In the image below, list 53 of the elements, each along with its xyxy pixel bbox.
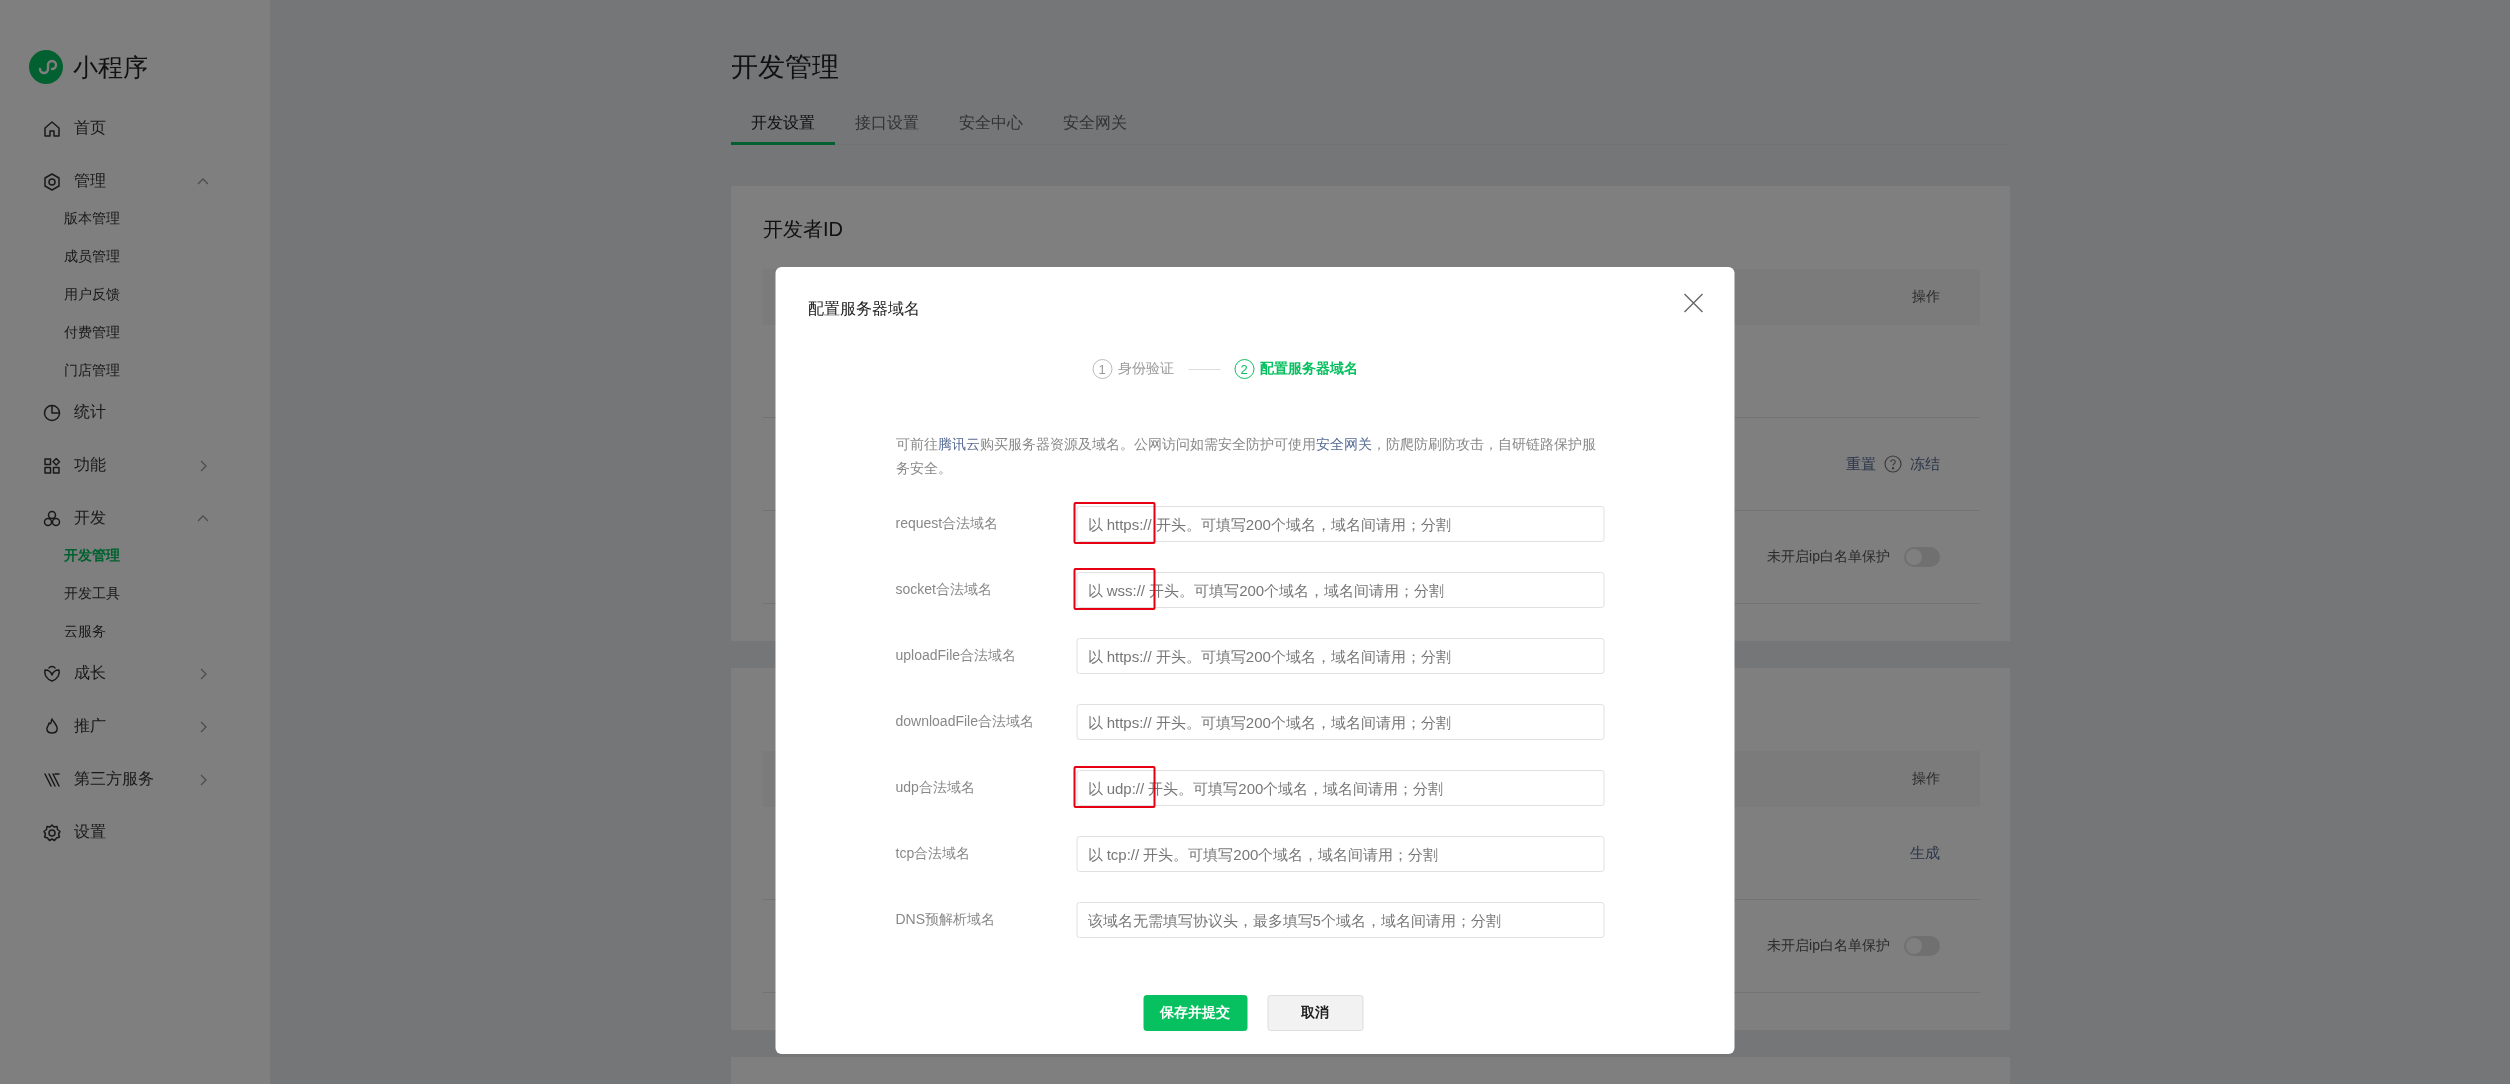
field-label: uploadFile合法域名 — [895, 647, 1018, 665]
brand-name: 小程序 — [73, 51, 148, 83]
tab[interactable]: 开发设置 — [731, 103, 835, 145]
domain-input-field[interactable]: 以 https:// 开头。可填写200个域名，域名间请用；分割 — [1076, 704, 1605, 740]
action-link[interactable]: 冻结 — [1910, 454, 1940, 474]
cancel-button[interactable]: 取消 — [1267, 995, 1363, 1031]
action-link[interactable]: 重置 — [1846, 454, 1876, 474]
column-header: 操作 — [1912, 770, 1940, 788]
card-title: 开发者ID — [763, 218, 843, 240]
field-label: socket合法域名 — [895, 581, 993, 599]
help-icon[interactable] — [1884, 455, 1902, 473]
sidebar-item[interactable]: 第三方服务 — [0, 753, 270, 806]
logo-icon — [29, 50, 63, 84]
sidebar-subitem[interactable]: 付费管理 — [0, 314, 270, 352]
toggle-label: 未开启ip白名单保护 — [1767, 548, 1890, 566]
toggle-label: 未开启ip白名单保护 — [1767, 937, 1890, 955]
tab[interactable]: 安全中心 — [939, 103, 1043, 145]
tab[interactable]: 安全网关 — [1043, 103, 1147, 145]
sidebar-subitem[interactable]: 用户反馈 — [0, 276, 270, 314]
leaf-icon — [42, 663, 62, 684]
field-label: DNS预解析域名 — [895, 911, 997, 929]
sidebar-subitem[interactable]: 开发工具 — [0, 575, 270, 613]
sidebar-item[interactable]: 推广 — [0, 700, 270, 753]
grid-icon — [42, 455, 62, 476]
settings-icon — [42, 822, 62, 843]
submit-button[interactable]: 保存并提交 — [1143, 995, 1247, 1031]
description-text: 可前往腾讯云购买服务器资源及域名。公网访问如需安全防护可使用安全网关，防爬防刷防攻击，自研链路保护服务安全。 — [895, 435, 1597, 478]
action-link[interactable]: 生成 — [1910, 843, 1940, 863]
link[interactable]: 腾讯云 — [937, 436, 980, 452]
clover-icon — [42, 508, 62, 529]
dialog-title: 配置服务器域名 — [807, 299, 920, 319]
sidebar-item[interactable]: 设置 — [0, 806, 270, 859]
domain-input-field[interactable]: 以 tcp:// 开头。可填写200个域名，域名间请用；分割 — [1076, 836, 1605, 872]
link[interactable]: 安全网关 — [1315, 436, 1372, 452]
home-icon — [42, 118, 62, 139]
step: 2 配置服务器域名 — [1234, 359, 1358, 379]
close-icon[interactable] — [1682, 292, 1705, 314]
pie-chart-icon — [42, 402, 62, 423]
field-label: udp合法域名 — [895, 779, 976, 797]
domain-input-field[interactable]: 以 https:// 开头。可填写200个域名，域名间请用；分割 — [1076, 638, 1605, 674]
sidebar-item[interactable]: 功能 — [0, 439, 270, 492]
field-label: tcp合法域名 — [895, 845, 972, 863]
sidebar-subitem[interactable]: 成员管理 — [0, 238, 270, 276]
domain-input-field[interactable]: 以 https:// 开头。可填写200个域名，域名间请用；分割 — [1076, 506, 1605, 542]
sidebar-item[interactable]: 首页 — [0, 102, 270, 155]
page-title: 开发管理 — [731, 51, 840, 84]
step: 1 身份验证 — [1092, 359, 1174, 379]
field-label: request合法域名 — [895, 515, 1000, 533]
domain-input-field[interactable]: 该域名无需填写协议头，最多填写5个域名，域名间请用；分割 — [1076, 902, 1605, 938]
column-header: 操作 — [1912, 288, 1940, 306]
hexagon-icon — [42, 171, 62, 192]
field-label: downloadFile合法域名 — [895, 713, 1035, 731]
tab[interactable]: 接口设置 — [835, 103, 939, 145]
